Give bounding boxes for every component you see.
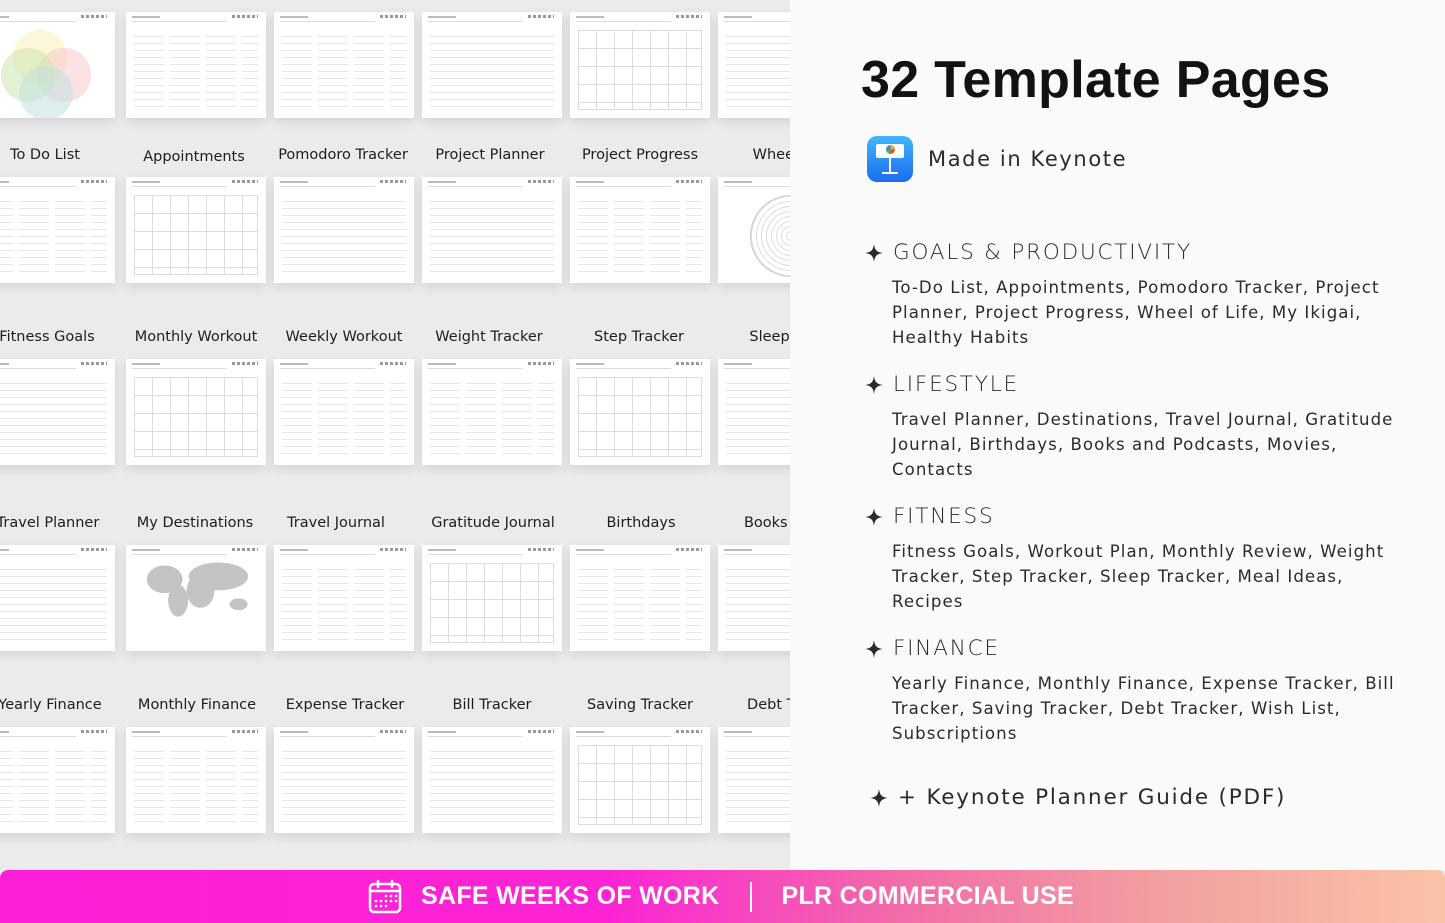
thumbnail-row: [0, 359, 790, 469]
thumbnail-label: Fitness Goals: [0, 329, 95, 345]
thumbnail-birthdays[interactable]: [570, 545, 710, 651]
thumbnail-label: Monthly Finance: [137, 697, 257, 713]
banner-left-label: SAFE WEEKS OF WORK: [421, 882, 720, 910]
thumbnail-row: [0, 12, 790, 122]
thumbnail-label: Weight Tracker: [435, 329, 543, 345]
section-body: Fitness Goals, Workout Plan, Monthly Rev…: [892, 542, 1385, 611]
thumbnail-label: Expense Tracker: [285, 697, 405, 713]
thumbnail-healthy-habits[interactable]: [126, 12, 266, 118]
thumbnail-label: Travel Planner: [0, 515, 100, 531]
thumbnail-label: Gratitude Journal: [431, 515, 555, 531]
thumbnail-label: Travel Journal: [287, 515, 385, 531]
section-heading: FINANCE: [893, 636, 1000, 661]
thumbnail-row: [0, 545, 790, 655]
banner-divider: [749, 881, 752, 912]
calendar-icon: [368, 879, 402, 913]
thumbnail-label: Project Progress: [581, 147, 699, 163]
section-goals-productivity: GOALS & PRODUCTIVITY To-Do List, Appoint…: [865, 240, 1425, 350]
thumbnail-contacts[interactable]: [718, 12, 790, 118]
planner-guide-label: + Keynote Planner Guide (PDF): [898, 785, 1287, 810]
thumbnail-label: Saving Tracker: [586, 697, 694, 713]
thumbnail-row: [0, 727, 790, 837]
thumbnail-label: Books & Podcasts: [743, 515, 790, 531]
sparkle-icon: [865, 375, 883, 394]
template-preview-grid: To Do List Appointments Pomodoro Tracker…: [0, 0, 790, 870]
thumbnail-label: Step Tracker: [594, 329, 684, 345]
thumbnail-label: My Destinations: [136, 515, 254, 531]
thumbnail-books-podcasts[interactable]: [718, 545, 790, 651]
thumbnail-to-do-list[interactable]: [0, 177, 115, 283]
section-heading: FITNESS: [893, 504, 995, 529]
thumbnail-my-ikigai[interactable]: [0, 12, 115, 118]
thumbnail-label: Debt Tracker: [747, 697, 790, 713]
thumbnail-label: Bill Tracker: [452, 697, 532, 713]
section-finance: FINANCE Yearly Finance, Monthly Finance,…: [865, 636, 1425, 746]
thumbnail-sleep-tracker[interactable]: [718, 359, 790, 465]
thumbnail-pomodoro-tracker[interactable]: [274, 177, 414, 283]
made-in-keynote-badge: Made in Keynote: [867, 136, 1127, 182]
thumbnail-my-destinations[interactable]: [126, 545, 266, 651]
thumbnail-appointments[interactable]: [126, 177, 266, 283]
thumbnail-label: Yearly Finance: [0, 697, 102, 713]
thumbnail-my-movies[interactable]: [570, 12, 710, 118]
sparkle-icon: [865, 507, 883, 526]
keynote-app-icon: [867, 136, 913, 182]
section-lifestyle: LIFESTYLE Travel Planner, Destinations, …: [865, 372, 1425, 482]
page-title: 32 Template Pages: [861, 51, 1331, 109]
thumbnail-recipes[interactable]: [422, 12, 562, 118]
thumbnail-wheel-of-life[interactable]: [718, 177, 790, 283]
sparkle-icon: [865, 243, 883, 262]
thumbnail-meal-planner[interactable]: [274, 12, 414, 118]
section-fitness: FITNESS Fitness Goals, Workout Plan, Mon…: [865, 504, 1425, 614]
section-body: Yearly Finance, Monthly Finance, Expense…: [892, 674, 1395, 743]
sparkle-icon: [865, 639, 883, 658]
section-heading: GOALS & PRODUCTIVITY: [893, 240, 1192, 265]
thumbnail-label: To Do List: [10, 147, 80, 163]
thumbnail-label: Birthdays: [606, 515, 676, 531]
thumbnail-travel-planner[interactable]: [0, 545, 115, 651]
thumbnail-saving-tracker[interactable]: [570, 727, 710, 833]
thumbnail-step-tracker[interactable]: [570, 359, 710, 465]
info-panel: 32 Template Pages Made in Keynote GOALS …: [790, 0, 1445, 870]
thumbnail-project-planner[interactable]: [422, 177, 562, 283]
thumbnail-label: Appointments: [143, 149, 245, 165]
thumbnail-label: Monthly Workout: [134, 329, 258, 345]
made-in-label: Made in Keynote: [928, 147, 1128, 171]
section-body: To-Do List, Appointments, Pomodoro Track…: [892, 278, 1380, 347]
thumbnail-monthly-finance[interactable]: [126, 727, 266, 833]
thumbnail-row: [0, 177, 790, 287]
thumbnail-label: Weekly Workout: [285, 329, 403, 345]
planner-guide-item: + Keynote Planner Guide (PDF): [870, 785, 1286, 810]
section-body: Travel Planner, Destinations, Travel Jou…: [892, 410, 1394, 479]
thumbnail-label: Project Planner: [435, 147, 545, 163]
thumbnail-project-progress[interactable]: [570, 177, 710, 283]
banner-right-label: PLR COMMERCIAL USE: [781, 882, 1074, 910]
section-heading: LIFESTYLE: [893, 372, 1019, 397]
thumbnail-label: Wheel of Life: [752, 147, 790, 163]
thumbnail-weight-tracker[interactable]: [422, 359, 562, 465]
thumbnail-expense-tracker[interactable]: [274, 727, 414, 833]
thumbnail-bill-tracker[interactable]: [422, 727, 562, 833]
thumbnail-label: Pomodoro Tracker: [278, 147, 408, 163]
thumbnail-weekly-workout[interactable]: [274, 359, 414, 465]
thumbnail-fitness-goals[interactable]: [0, 359, 115, 465]
thumbnail-monthly-workout[interactable]: [126, 359, 266, 465]
thumbnail-travel-journal[interactable]: [274, 545, 414, 651]
bottom-banner: SAFE WEEKS OF WORK PLR COMMERCIAL USE: [0, 870, 1445, 923]
thumbnail-label: Sleep Tracker: [749, 329, 790, 345]
sparkle-icon: [870, 788, 888, 807]
thumbnail-debt-tracker[interactable]: [718, 727, 790, 833]
thumbnail-yearly-finance[interactable]: [0, 727, 115, 833]
thumbnail-gratitude-journal[interactable]: [422, 545, 562, 651]
